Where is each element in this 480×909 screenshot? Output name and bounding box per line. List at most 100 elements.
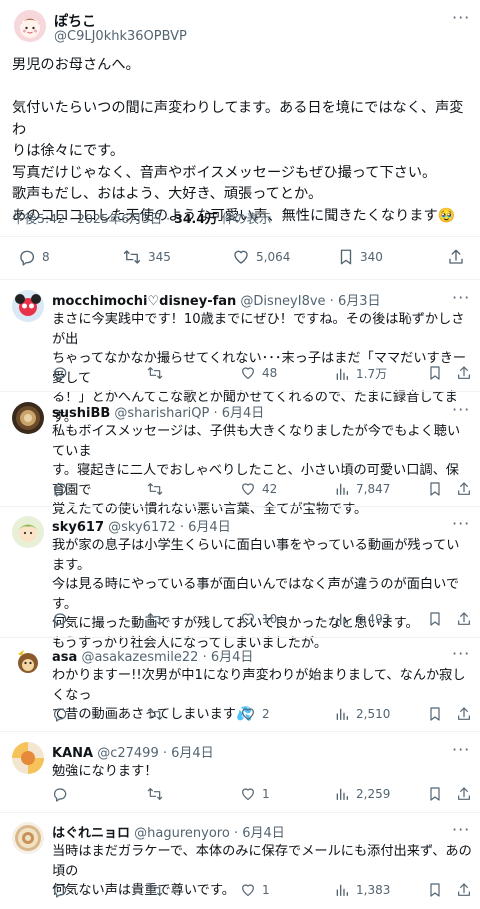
author-name[interactable]: mocchimochi♡disney-fan bbox=[52, 294, 236, 309]
more-options-icon[interactable]: ··· bbox=[452, 820, 470, 839]
views-button[interactable]: 1,383 bbox=[334, 882, 390, 898]
retweet-icon bbox=[146, 786, 164, 802]
retweet-button[interactable] bbox=[146, 706, 164, 722]
author-name[interactable]: asa bbox=[52, 650, 77, 665]
bookmark-button[interactable] bbox=[428, 882, 442, 898]
author-name[interactable]: sushiBB bbox=[52, 406, 110, 421]
more-options-icon[interactable]: ··· bbox=[452, 288, 470, 307]
retweet-button[interactable] bbox=[146, 481, 164, 497]
reply-count: 8 bbox=[42, 250, 50, 264]
reply-tweet[interactable]: sky617 @sky6172 · 6月4日 ··· 我が家の息子は小学生くらい… bbox=[0, 514, 480, 651]
author-name[interactable]: KANA bbox=[52, 746, 93, 761]
reply-tweet[interactable]: KANA @c27499 · 6月4日 ··· 勉強になります！ 1 2,259 bbox=[0, 740, 480, 812]
retweet-button[interactable] bbox=[146, 611, 164, 627]
avatar[interactable] bbox=[12, 290, 44, 322]
views-button[interactable]: 1.7万 bbox=[334, 365, 387, 382]
author-handle[interactable]: @sharishariQP · 6月4日 bbox=[114, 406, 264, 421]
bookmark-button[interactable] bbox=[428, 481, 442, 497]
reply-actions: 48 1.7万 bbox=[0, 365, 480, 385]
bookmark-button[interactable] bbox=[428, 786, 442, 802]
retweet-button[interactable] bbox=[146, 786, 164, 802]
views-button[interactable]: 2,259 bbox=[334, 786, 390, 802]
author-handle[interactable]: @C9LJ0khk36OPBVP bbox=[54, 29, 187, 44]
post-line: 歌声もだし、おはよう、大好き、頑張ってとか。 bbox=[12, 186, 323, 202]
view-count: 34.4万 bbox=[174, 211, 218, 226]
post-line bbox=[12, 77, 472, 99]
heart-icon bbox=[240, 706, 256, 722]
like-button[interactable]: 48 bbox=[240, 365, 277, 381]
author-name[interactable]: はぐれニョロ bbox=[52, 826, 130, 841]
reply-tweet[interactable]: asa @asakazesmile22 · 6月4日 ··· わかりますー!!次… bbox=[0, 644, 480, 736]
analytics-icon bbox=[334, 481, 350, 497]
like-button[interactable]: 2 bbox=[240, 706, 270, 722]
share-icon bbox=[456, 706, 472, 722]
retweet-button[interactable] bbox=[146, 365, 164, 381]
view-count: 1.7万 bbox=[356, 367, 388, 381]
avatar[interactable] bbox=[12, 516, 44, 548]
author-name[interactable]: sky617 bbox=[52, 520, 104, 535]
reply-tweet[interactable]: はぐれニョロ @hagurenyoro · 6月4日 ··· 当時はまだガラケー… bbox=[0, 820, 480, 909]
like-button[interactable]: 5,064 bbox=[232, 248, 290, 266]
avatar[interactable] bbox=[12, 822, 44, 854]
post-text: 男児のお母さんへ。 気付いたらいつの間に声変わりしてます。ある日を境にではなく、… bbox=[12, 55, 472, 227]
more-options-icon[interactable]: ··· bbox=[452, 8, 470, 27]
author-handle[interactable]: @sky6172 · 6月4日 bbox=[108, 520, 231, 535]
like-button[interactable]: 42 bbox=[240, 481, 277, 497]
retweet-button[interactable]: 345 bbox=[122, 248, 171, 266]
share-button[interactable] bbox=[456, 481, 472, 497]
more-options-icon[interactable]: ··· bbox=[452, 514, 470, 533]
bookmark-button[interactable] bbox=[428, 611, 442, 627]
reply-button[interactable] bbox=[52, 611, 68, 627]
reply-button[interactable] bbox=[52, 786, 68, 802]
reply-icon bbox=[52, 882, 68, 898]
share-button[interactable] bbox=[447, 248, 465, 266]
reply-tweet[interactable]: sushiBB @sharishariQP · 6月4日 ··· 私もボイスメッ… bbox=[0, 400, 480, 517]
more-options-icon[interactable]: ··· bbox=[452, 740, 470, 759]
views-button[interactable]: 7,847 bbox=[334, 481, 390, 497]
bookmark-button[interactable] bbox=[428, 706, 442, 722]
divider bbox=[0, 391, 480, 392]
like-count: 1 bbox=[262, 883, 270, 897]
avatar[interactable] bbox=[12, 402, 44, 434]
share-button[interactable] bbox=[456, 706, 472, 722]
reply-button[interactable] bbox=[52, 365, 68, 381]
retweet-button[interactable] bbox=[146, 882, 164, 898]
like-button[interactable]: 10 bbox=[240, 611, 277, 627]
author-handle[interactable]: @c27499 · 6月4日 bbox=[97, 746, 213, 761]
more-options-icon[interactable]: ··· bbox=[452, 644, 470, 663]
avatar[interactable] bbox=[14, 10, 46, 42]
like-button[interactable]: 1 bbox=[240, 882, 270, 898]
more-options-icon[interactable]: ··· bbox=[452, 400, 470, 419]
views-button[interactable]: 2,510 bbox=[334, 706, 390, 722]
post-line: 写真だけじゃなく、音声やボイスメッセージもぜひ撮って下さい。 bbox=[12, 164, 437, 181]
avatar[interactable] bbox=[12, 742, 44, 774]
author-handle[interactable]: @DisneyI8ve · 6月3日 bbox=[240, 294, 380, 309]
share-button[interactable] bbox=[456, 786, 472, 802]
view-count: 2,259 bbox=[356, 787, 391, 801]
author-handle[interactable]: @asakazesmile22 · 6月4日 bbox=[81, 650, 253, 665]
reply-button[interactable] bbox=[52, 882, 68, 898]
share-button[interactable] bbox=[456, 365, 472, 381]
avatar[interactable] bbox=[12, 646, 44, 678]
author-name[interactable]: ぽちこ bbox=[54, 11, 96, 31]
reply-button[interactable] bbox=[52, 706, 68, 722]
reply-button[interactable]: 8 bbox=[18, 248, 50, 266]
author-handle[interactable]: @hagurenyoro · 6月4日 bbox=[134, 826, 285, 841]
bookmark-icon bbox=[428, 481, 442, 497]
analytics-icon bbox=[334, 882, 350, 898]
share-button[interactable] bbox=[456, 611, 472, 627]
views-button[interactable]: 6,493 bbox=[334, 611, 390, 627]
bookmark-icon bbox=[428, 365, 442, 381]
reply-tweet[interactable]: mocchimochi♡disney-fan @DisneyI8ve · 6月3… bbox=[0, 288, 480, 425]
reply-header: asa @asakazesmile22 · 6月4日 bbox=[52, 646, 253, 665]
share-button[interactable] bbox=[456, 882, 472, 898]
bookmark-button[interactable]: 340 bbox=[338, 248, 383, 266]
reply-icon bbox=[52, 481, 68, 497]
reply-button[interactable] bbox=[52, 481, 68, 497]
post-timestamp[interactable]: 午後5:42 · 2025年6月3日 · bbox=[12, 211, 174, 226]
bookmark-button[interactable] bbox=[428, 365, 442, 381]
divider bbox=[0, 279, 480, 280]
reply-actions: 42 7,847 bbox=[0, 481, 480, 501]
like-button[interactable]: 1 bbox=[240, 786, 270, 802]
divider bbox=[0, 812, 480, 813]
